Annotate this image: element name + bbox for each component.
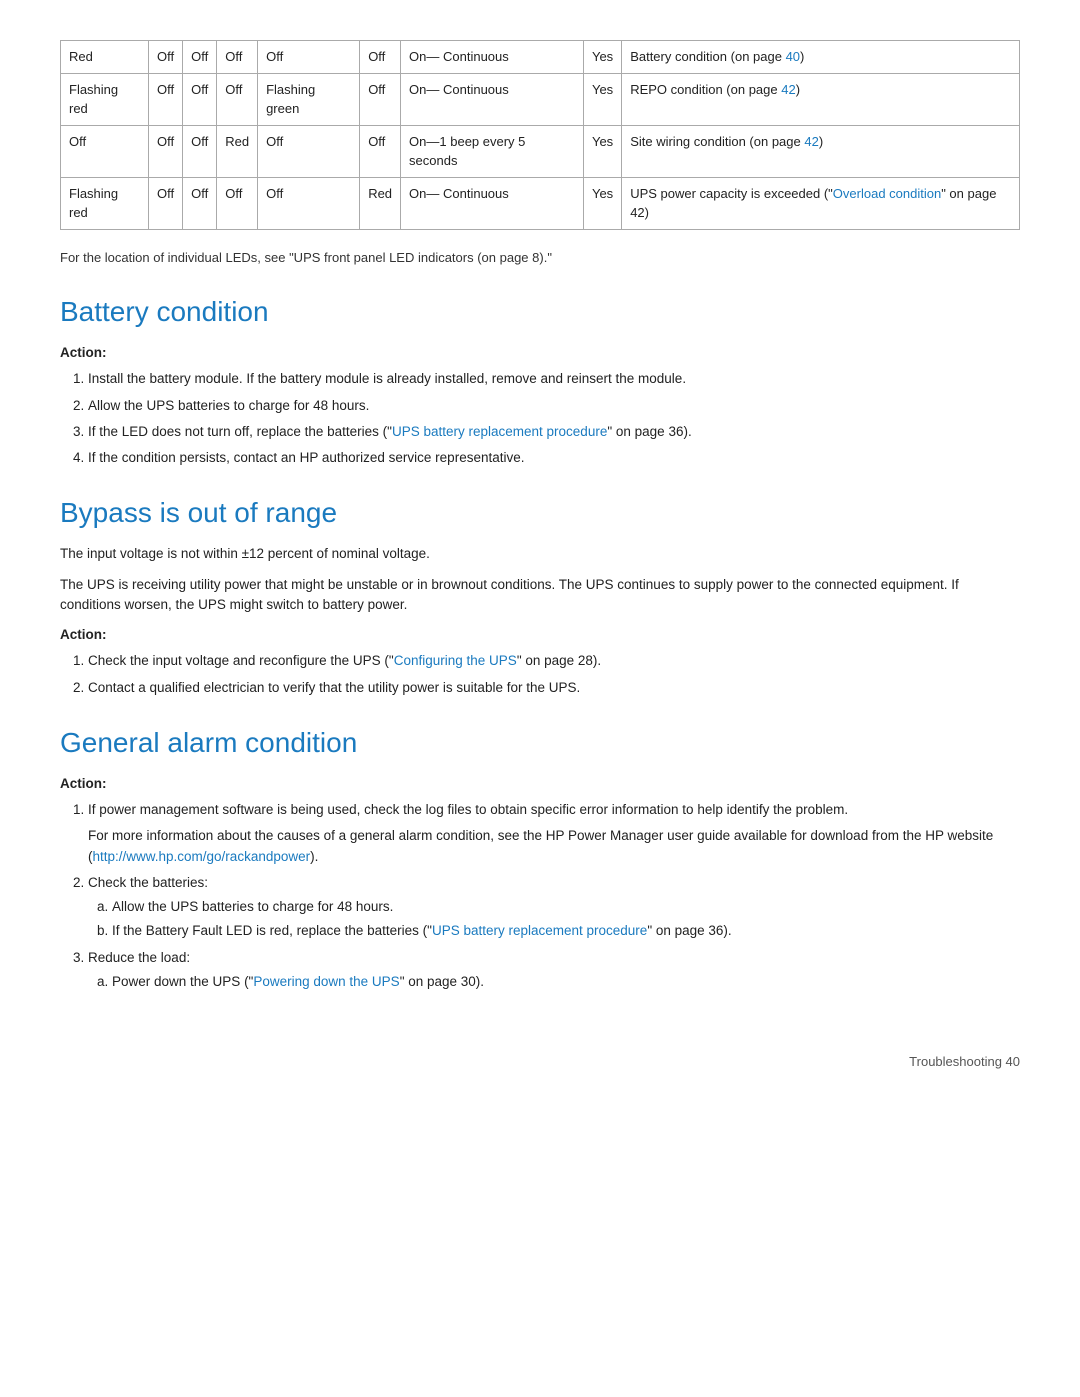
battery-replacement-link-2[interactable]: UPS battery replacement procedure: [432, 923, 647, 938]
list-item: If power management software is being us…: [88, 800, 1020, 867]
table-cell: REPO condition (on page 42): [622, 73, 1020, 125]
list-item: Contact a qualified electrician to verif…: [88, 678, 1020, 698]
table-cell: Off: [360, 41, 401, 74]
battery-replacement-link[interactable]: UPS battery replacement procedure: [392, 424, 607, 439]
table-cell: Off: [258, 177, 360, 229]
table-row: OffOffOffRedOffOffOn—1 beep every 5 seco…: [61, 125, 1020, 177]
list-item: Reduce the load: Power down the UPS ("Po…: [88, 948, 1020, 993]
table-cell: Battery condition (on page 40): [622, 41, 1020, 74]
table-cell: On—1 beep every 5 seconds: [401, 125, 584, 177]
list-item: Check the input voltage and reconfigure …: [88, 651, 1020, 671]
general-alarm-action-label: Action:: [60, 774, 1020, 794]
sub-list-item: Allow the UPS batteries to charge for 48…: [112, 897, 1020, 917]
general-alarm-heading: General alarm condition: [60, 722, 1020, 764]
list-item: Allow the UPS batteries to charge for 48…: [88, 396, 1020, 416]
general-alarm-item1-sub: For more information about the causes of…: [88, 826, 1020, 867]
table-row: RedOffOffOffOffOffOn— ContinuousYesBatte…: [61, 41, 1020, 74]
led-location-note: For the location of individual LEDs, see…: [60, 248, 1020, 268]
table-cell: Flashing red: [61, 177, 149, 229]
battery-condition-heading: Battery condition: [60, 291, 1020, 333]
table-cell: Off: [183, 73, 217, 125]
led-status-table: RedOffOffOffOffOffOn— ContinuousYesBatte…: [60, 40, 1020, 230]
table-cell: Yes: [583, 177, 621, 229]
table-cell: Off: [149, 73, 183, 125]
table-cell: Off: [217, 41, 258, 74]
bypass-out-of-range-heading: Bypass is out of range: [60, 492, 1020, 534]
table-cell: Off: [360, 125, 401, 177]
table-cell: On— Continuous: [401, 73, 584, 125]
table-cell: Off: [258, 41, 360, 74]
battery-action-label: Action:: [60, 343, 1020, 363]
general-alarm-item1-text: If power management software is being us…: [88, 802, 848, 817]
general-alarm-list: If power management software is being us…: [88, 800, 1020, 992]
bypass-para2: The UPS is receiving utility power that …: [60, 575, 1020, 616]
table-cell: Off: [183, 177, 217, 229]
table-cell: Off: [258, 125, 360, 177]
sub-list-item: Power down the UPS ("Powering down the U…: [112, 972, 1020, 992]
table-row: Flashing redOffOffOffFlashing greenOffOn…: [61, 73, 1020, 125]
configuring-ups-link[interactable]: Configuring the UPS: [394, 653, 517, 668]
repo-condition-link[interactable]: 42: [781, 82, 795, 97]
table-cell: Yes: [583, 73, 621, 125]
sub-list-item: If the Battery Fault LED is red, replace…: [112, 921, 1020, 941]
table-cell: Yes: [583, 125, 621, 177]
table-row: Flashing redOffOffOffOffRedOn— Continuou…: [61, 177, 1020, 229]
table-cell: On— Continuous: [401, 177, 584, 229]
table-cell: Site wiring condition (on page 42): [622, 125, 1020, 177]
table-cell: Off: [360, 73, 401, 125]
powering-down-link[interactable]: Powering down the UPS: [253, 974, 399, 989]
bypass-list: Check the input voltage and reconfigure …: [88, 651, 1020, 698]
footer-text: Troubleshooting 40: [909, 1054, 1020, 1069]
table-cell: Off: [149, 177, 183, 229]
battery-condition-link[interactable]: 40: [786, 49, 800, 64]
check-batteries-sublist: Allow the UPS batteries to charge for 48…: [112, 897, 1020, 942]
page-footer: Troubleshooting 40: [60, 1052, 1020, 1072]
table-cell: Off: [183, 41, 217, 74]
table-cell: Off: [183, 125, 217, 177]
table-cell: Off: [149, 41, 183, 74]
list-item: Check the batteries: Allow the UPS batte…: [88, 873, 1020, 942]
list-item: If the LED does not turn off, replace th…: [88, 422, 1020, 442]
reduce-load-sublist: Power down the UPS ("Powering down the U…: [112, 972, 1020, 992]
table-cell: Yes: [583, 41, 621, 74]
table-cell: Red: [360, 177, 401, 229]
table-cell: Off: [217, 177, 258, 229]
hp-website-link[interactable]: http://www.hp.com/go/rackandpower: [93, 849, 311, 864]
table-cell: Off: [61, 125, 149, 177]
table-cell: UPS power capacity is exceeded ("Overloa…: [622, 177, 1020, 229]
table-cell: Red: [217, 125, 258, 177]
bypass-action-label: Action:: [60, 625, 1020, 645]
list-item: If the condition persists, contact an HP…: [88, 448, 1020, 468]
battery-condition-list: Install the battery module. If the batte…: [88, 369, 1020, 468]
overload-link[interactable]: Overload condition: [833, 186, 941, 201]
table-cell: On— Continuous: [401, 41, 584, 74]
table-cell: Flashing red: [61, 73, 149, 125]
table-cell: Flashing green: [258, 73, 360, 125]
bypass-para1: The input voltage is not within ±12 perc…: [60, 544, 1020, 564]
table-cell: Off: [149, 125, 183, 177]
list-item: Install the battery module. If the batte…: [88, 369, 1020, 389]
table-cell: Red: [61, 41, 149, 74]
site-wiring-link[interactable]: 42: [804, 134, 818, 149]
table-cell: Off: [217, 73, 258, 125]
